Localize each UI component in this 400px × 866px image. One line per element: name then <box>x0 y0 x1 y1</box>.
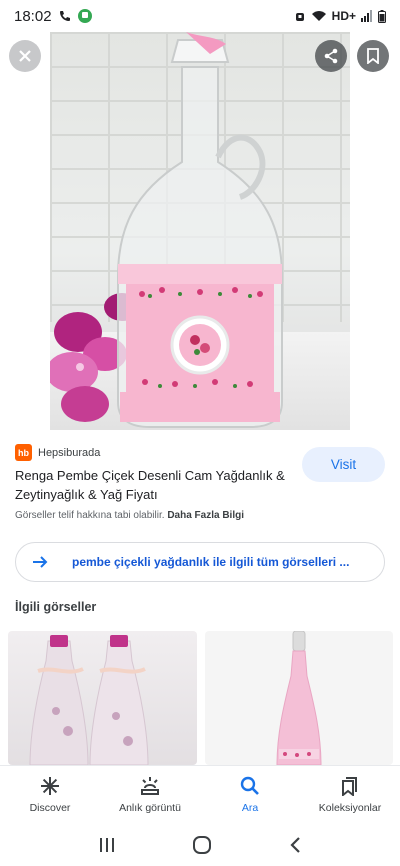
collections-icon <box>342 776 357 796</box>
pink-bottle-thumbnail <box>276 631 322 765</box>
bottles-thumbnail <box>29 635 149 765</box>
asterisk-icon <box>41 776 59 795</box>
all-images-label: pembe çiçekli yağdanlık ile ilgili tüm g… <box>72 555 350 569</box>
nav-discover-label: Discover <box>29 801 71 814</box>
source-name: Hepsiburada <box>38 446 101 459</box>
visit-button[interactable]: Visit <box>302 447 385 482</box>
source-logo: hb <box>15 444 32 461</box>
share-icon <box>324 48 338 64</box>
result-title[interactable]: Renga Pembe Çiçek Desenli Cam Yağdanlık … <box>15 466 285 504</box>
wifi-icon <box>311 11 326 21</box>
bottom-nav: Discover Anlık görüntü Ara Koleksiyonlar <box>0 765 400 823</box>
close-icon <box>19 50 31 62</box>
arrow-right-icon <box>33 556 48 568</box>
recent-apps-icon[interactable] <box>98 837 116 853</box>
nav-search[interactable]: Ara <box>200 766 300 823</box>
network-type: HD+ <box>331 9 356 23</box>
nav-collections[interactable]: Koleksiyonlar <box>300 766 400 823</box>
related-image-2[interactable] <box>205 631 393 765</box>
nav-snapshot-label: Anlık görüntü <box>119 801 181 814</box>
status-time: 18:02 <box>14 7 52 25</box>
bottle-illustration <box>50 32 283 428</box>
back-icon[interactable] <box>288 836 302 854</box>
alarm-icon <box>295 13 304 21</box>
nav-discover[interactable]: Discover <box>0 766 100 823</box>
app-notification-icon <box>77 9 92 23</box>
status-bar: 18:02 HD+ <box>0 0 400 32</box>
license-note: Görseller telif hakkına tabi olabilir. D… <box>15 510 244 521</box>
source-row[interactable]: hb Hepsiburada <box>15 444 100 461</box>
system-nav-bar <box>0 823 400 866</box>
all-images-button[interactable]: pembe çiçekli yağdanlık ile ilgili tüm g… <box>15 542 385 582</box>
snapshot-icon <box>141 776 159 795</box>
learn-more-link[interactable]: Daha Fazla Bilgi <box>167 510 244 521</box>
nav-search-label: Ara <box>241 801 259 814</box>
save-button[interactable] <box>357 40 389 72</box>
license-text: Görseller telif hakkına tabi olabilir. <box>15 510 165 521</box>
close-button[interactable] <box>9 40 41 72</box>
product-photo <box>50 32 350 430</box>
share-button[interactable] <box>315 40 347 72</box>
signal-icon <box>361 10 372 22</box>
related-images-heading: İlgili görseller <box>15 600 97 614</box>
search-icon <box>240 776 259 795</box>
bookmark-icon <box>367 48 379 64</box>
image-preview[interactable] <box>0 32 400 430</box>
related-image-1[interactable] <box>8 631 197 765</box>
battery-icon <box>378 9 386 23</box>
home-icon[interactable] <box>192 835 212 855</box>
call-signal-icon <box>59 11 70 21</box>
nav-collections-label: Koleksiyonlar <box>318 801 382 814</box>
nav-snapshot[interactable]: Anlık görüntü <box>100 766 200 823</box>
